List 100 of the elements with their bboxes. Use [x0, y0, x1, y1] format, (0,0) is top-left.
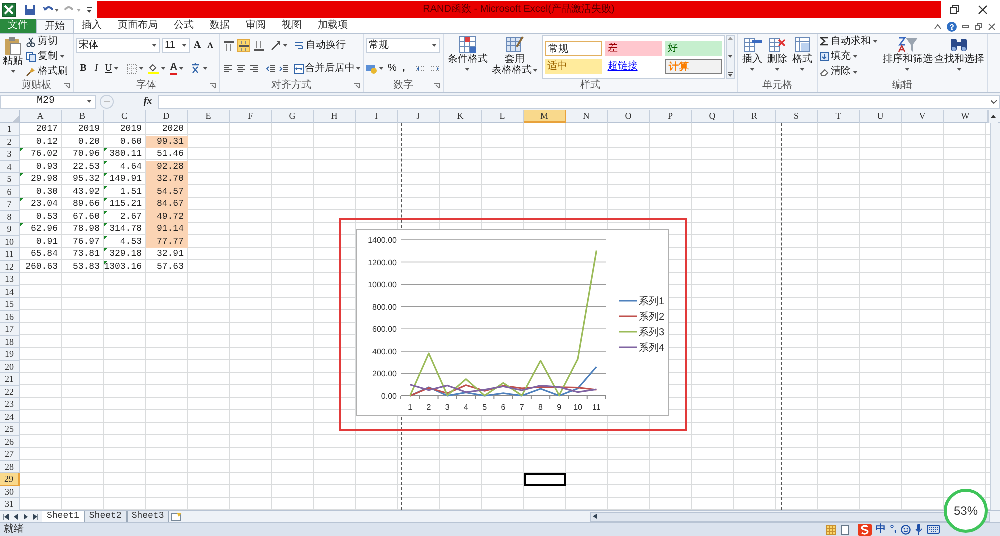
- cut-button[interactable]: 剪切: [26, 36, 68, 48]
- row-header[interactable]: 16: [0, 310, 20, 323]
- ribbon-tab[interactable]: 视图: [274, 19, 310, 33]
- wrap-text-button[interactable]: 自动换行: [294, 38, 346, 53]
- ribbon-tab[interactable]: 插入: [74, 19, 110, 33]
- decrease-decimal-button[interactable]: [430, 64, 441, 74]
- row-header[interactable]: 10: [0, 236, 20, 248]
- column-header[interactable]: M: [524, 110, 566, 123]
- ribbon-tab[interactable]: 开始: [36, 19, 74, 33]
- column-header[interactable]: R: [734, 110, 776, 123]
- sogou-logo-icon[interactable]: [858, 524, 872, 536]
- column-header[interactable]: H: [314, 110, 356, 123]
- row-header[interactable]: 2: [0, 136, 20, 148]
- horizontal-align-button[interactable]: [235, 62, 246, 74]
- font-size-field[interactable]: 11: [162, 38, 190, 53]
- ribbon-tab[interactable]: 审阅: [238, 19, 274, 33]
- row-header[interactable]: 11: [0, 248, 20, 260]
- row-header[interactable]: 18: [0, 336, 20, 348]
- italic-button[interactable]: I: [92, 61, 101, 76]
- dialog-launcher-icon[interactable]: [64, 83, 70, 89]
- cell-style-option[interactable]: 常规: [544, 40, 602, 56]
- column-header[interactable]: K: [440, 110, 482, 123]
- column-header[interactable]: E: [188, 110, 230, 123]
- formula-field[interactable]: [158, 94, 1000, 108]
- sheet-tab[interactable]: Sheet3: [126, 510, 170, 522]
- delete-cells-button[interactable]: 删除: [765, 34, 790, 80]
- column-header[interactable]: A: [20, 110, 62, 123]
- find-select-button[interactable]: 查找和选择: [934, 34, 985, 80]
- column-header[interactable]: P: [650, 110, 692, 123]
- speed-meter[interactable]: 53%: [944, 489, 988, 533]
- ribbon-tab[interactable]: 公式: [166, 19, 202, 33]
- row-header[interactable]: 22: [0, 386, 20, 398]
- column-header[interactable]: I: [356, 110, 398, 123]
- fill-button[interactable]: 填充: [820, 50, 878, 63]
- column-header[interactable]: N: [566, 110, 608, 123]
- scroll-down-icon[interactable]: [728, 54, 734, 58]
- row-header[interactable]: 20: [0, 360, 20, 373]
- font-name-field[interactable]: 宋体: [76, 38, 160, 53]
- vertical-align-button[interactable]: [222, 39, 235, 52]
- column-header[interactable]: O: [608, 110, 650, 123]
- merge-center-button[interactable]: 合并后居中: [294, 61, 361, 76]
- row-header[interactable]: 19: [0, 348, 20, 360]
- underline-button[interactable]: U: [105, 61, 120, 76]
- row-header[interactable]: 26: [0, 436, 20, 448]
- vertical-scrollbar[interactable]: [990, 123, 1000, 510]
- insert-sheet-icon[interactable]: [171, 512, 184, 522]
- keyboard-icon[interactable]: [927, 525, 940, 534]
- dialog-launcher-icon[interactable]: [354, 83, 360, 89]
- clear-button[interactable]: 清除: [820, 66, 878, 78]
- row-header[interactable]: 8: [0, 210, 20, 223]
- currency-button[interactable]: [366, 64, 384, 74]
- column-header[interactable]: G: [272, 110, 314, 123]
- row-header[interactable]: 21: [0, 373, 20, 386]
- vertical-align-button[interactable]: [252, 39, 265, 52]
- row-header[interactable]: 15: [0, 298, 20, 310]
- column-header[interactable]: D: [146, 110, 188, 123]
- sheet-tab[interactable]: Sheet1: [42, 510, 84, 522]
- minimize-ribbon-icon[interactable]: [934, 23, 942, 31]
- dialog-launcher-icon[interactable]: [210, 83, 216, 89]
- row-header[interactable]: 9: [0, 223, 20, 236]
- name-box[interactable]: M29: [0, 94, 96, 108]
- row-header[interactable]: 27: [0, 448, 20, 460]
- microphone-icon[interactable]: [915, 524, 923, 535]
- horizontal-align-button[interactable]: [248, 62, 259, 74]
- decrease-indent-button[interactable]: [265, 62, 276, 74]
- ime-punctuation-text[interactable]: °,: [890, 524, 897, 536]
- row-header[interactable]: 6: [0, 186, 20, 198]
- column-header[interactable]: B: [62, 110, 104, 123]
- paste-button[interactable]: 粘贴: [2, 34, 24, 80]
- chart-area[interactable]: 0.00 200.00 400.00 600.00 800.00 1000.00 1200.00 1400.00 1 2 3 4 5 6 7 8 9 10 11 系列1 系列2 系列3 系列4: [356, 229, 669, 416]
- row-header[interactable]: 31: [0, 498, 20, 510]
- insert-cells-button[interactable]: 插入: [740, 34, 765, 80]
- column-header[interactable]: S: [776, 110, 818, 123]
- smiley-icon[interactable]: [901, 524, 911, 534]
- row-header[interactable]: 14: [0, 286, 20, 298]
- percent-button[interactable]: %: [388, 61, 397, 76]
- row-header[interactable]: 17: [0, 323, 20, 336]
- row-header[interactable]: 5: [0, 173, 20, 186]
- column-header[interactable]: T: [818, 110, 860, 123]
- close-icon[interactable]: [978, 4, 988, 14]
- format-as-table-button[interactable]: 套用 表格格式: [490, 34, 540, 80]
- expand-icon[interactable]: [991, 100, 997, 104]
- save-icon[interactable]: [24, 4, 36, 16]
- autosum-button[interactable]: 自动求和: [820, 36, 878, 48]
- column-header[interactable]: V: [902, 110, 944, 123]
- fill-color-button[interactable]: [148, 63, 166, 74]
- minimize-icon[interactable]: [962, 23, 970, 31]
- ribbon-tab[interactable]: 加载项: [310, 19, 356, 33]
- comma-button[interactable]: ,: [400, 61, 407, 76]
- restore-icon[interactable]: [950, 4, 960, 14]
- number-format-field[interactable]: 常规: [366, 38, 440, 53]
- arrow-right-icon[interactable]: [33, 514, 39, 520]
- row-header[interactable]: 23: [0, 398, 20, 410]
- insert-function-button[interactable]: fx: [142, 94, 154, 109]
- customize-icon[interactable]: [86, 4, 93, 14]
- horizontal-align-button[interactable]: [222, 62, 233, 74]
- increase-decimal-button[interactable]: [414, 64, 426, 74]
- row-header[interactable]: 25: [0, 423, 20, 436]
- bold-button[interactable]: B: [79, 61, 88, 76]
- cell-style-option[interactable]: 超链接: [604, 58, 662, 74]
